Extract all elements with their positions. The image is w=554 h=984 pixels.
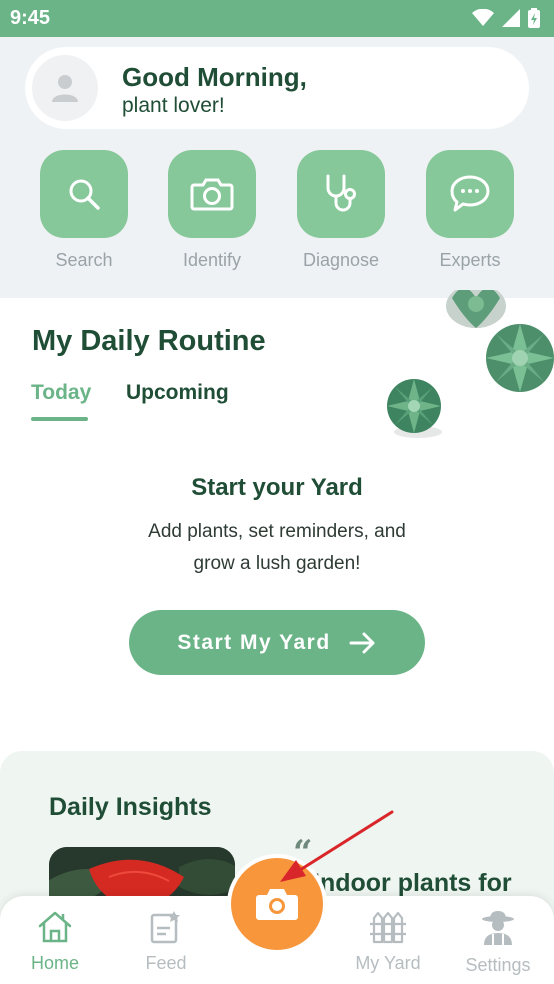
routine-title: My Daily Routine: [32, 325, 266, 357]
nav-feed-label: Feed: [145, 953, 187, 973]
quick-action-diagnose[interactable]: Diagnose: [276, 150, 406, 271]
gardener-icon: [482, 911, 514, 945]
search-button[interactable]: [40, 150, 128, 238]
diagnose-label: Diagnose: [302, 250, 380, 270]
nav-home-label: Home: [30, 953, 79, 973]
camera-scan-button[interactable]: [231, 858, 323, 950]
status-bar: 9:45: [0, 0, 554, 37]
nav-my-yard[interactable]: My Yard: [333, 910, 443, 974]
tab-upcoming[interactable]: Upcoming: [126, 381, 229, 405]
tab-active-indicator: [31, 417, 88, 421]
greeting-title: Good Morning,: [122, 62, 307, 92]
fence-icon: [370, 911, 406, 944]
wifi-icon: [472, 9, 494, 26]
nav-home[interactable]: Home: [0, 910, 110, 974]
status-time: 9:45: [10, 7, 51, 29]
nav-my-yard-label: My Yard: [355, 953, 421, 973]
experts-label: Experts: [439, 250, 501, 270]
start-my-yard-label: Start My Yard: [177, 630, 331, 654]
greeting-subtitle: plant lover!: [122, 94, 225, 117]
nav-feed[interactable]: Feed: [111, 910, 221, 974]
experts-button[interactable]: [426, 150, 514, 238]
search-icon: [69, 179, 100, 210]
empty-state-description: Add plants, set reminders, and grow a lu…: [148, 521, 406, 574]
quick-action-experts[interactable]: Experts: [405, 150, 535, 271]
feed-icon: [150, 911, 180, 944]
search-label: Search: [55, 250, 113, 270]
camera-icon: [190, 178, 234, 211]
diagnose-button[interactable]: [297, 150, 385, 238]
succulent-illustration: [387, 290, 554, 438]
battery-icon: [528, 8, 540, 28]
signal-icon: [502, 9, 520, 27]
nav-settings-label: Settings: [465, 955, 531, 975]
empty-state-title: Start your Yard: [191, 474, 363, 501]
arrow-right-icon: [349, 632, 375, 653]
insights-title: Daily Insights: [49, 793, 212, 821]
tab-today[interactable]: Today: [31, 381, 91, 405]
identify-label: Identify: [182, 250, 242, 270]
nav-settings[interactable]: Settings: [443, 910, 553, 976]
insight-headline[interactable]: Indoor plants for: [313, 869, 512, 898]
quick-action-search[interactable]: Search: [19, 150, 149, 271]
status-icons: [472, 8, 540, 28]
start-my-yard-button[interactable]: Start My Yard: [129, 610, 425, 675]
quick-action-identify[interactable]: Identify: [147, 150, 277, 271]
greeting-card: Good Morning, plant lover!: [25, 47, 529, 129]
user-icon: [52, 75, 78, 102]
camera-icon: [256, 889, 298, 920]
avatar[interactable]: [32, 55, 98, 121]
stethoscope-icon: [326, 174, 356, 212]
home-icon: [38, 911, 72, 943]
chat-icon: [450, 175, 490, 212]
header-area: Good Morning, plant lover! Search Identi…: [0, 37, 554, 298]
identify-button[interactable]: [168, 150, 256, 238]
